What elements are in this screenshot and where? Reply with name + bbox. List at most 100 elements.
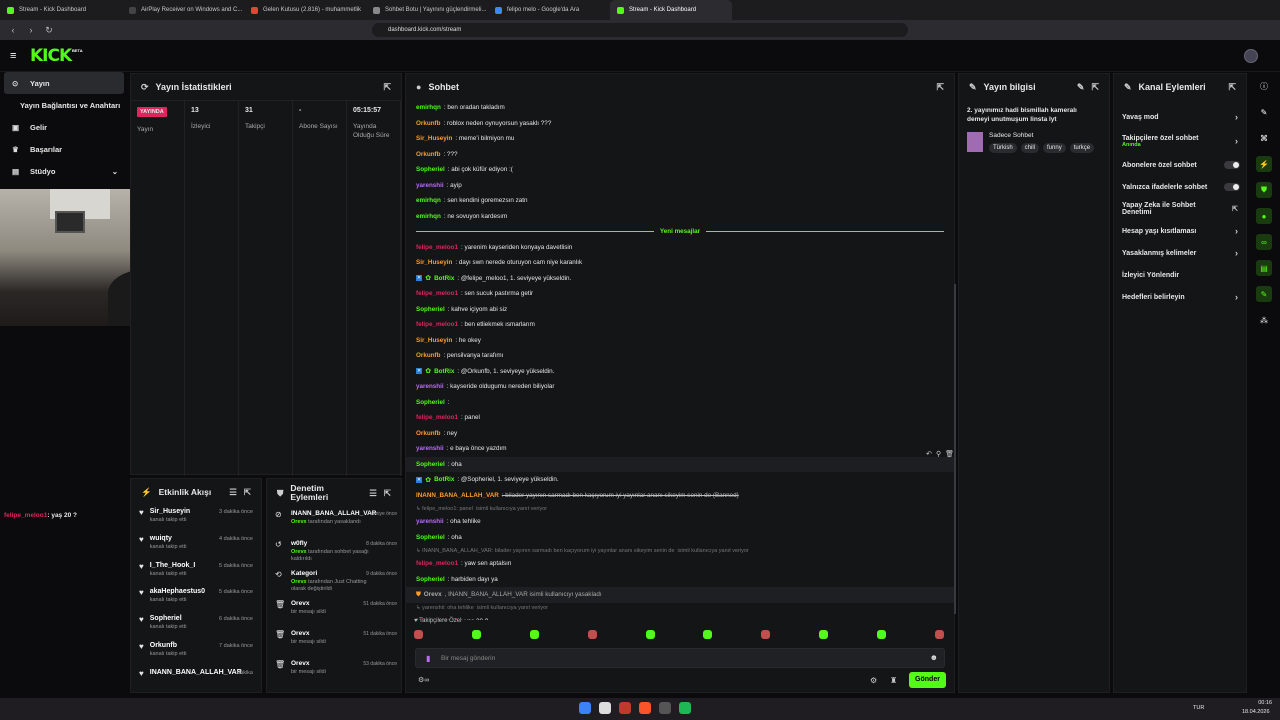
chat-username[interactable]: INANN_BANA_ALLAH_VAR	[416, 492, 499, 499]
chevron-down-icon[interactable]: ⌄	[112, 167, 118, 176]
popout-icon[interactable]: ⇱	[936, 82, 944, 93]
chat-message[interactable]: felipe_meloo1: panel	[406, 410, 954, 426]
chat-message[interactable]: Sopheriel: kahve içiyom abi siz	[406, 302, 954, 318]
chat-username[interactable]: ↳ felipe_meloo1: panel	[416, 506, 473, 512]
emote-icon[interactable]	[529, 630, 539, 639]
browser-tab[interactable]: Gelen Kutusu (2.816) - muhammetlik	[244, 0, 366, 20]
chat-username[interactable]: Sopheriel	[416, 306, 445, 313]
emote-icon[interactable]	[703, 630, 713, 639]
channel-action-item[interactable]: Yavaş mod ›	[1114, 106, 1246, 128]
filter-icon[interactable]: ☰	[229, 487, 237, 498]
chat-message[interactable]: Orkunfb: ???	[406, 147, 954, 163]
chat-username[interactable]: felipe_meloo1	[416, 321, 458, 328]
toggle-switch[interactable]	[1224, 161, 1240, 169]
popout-icon[interactable]: ⇱	[384, 488, 391, 498]
shield-icon[interactable]: ⛊	[1256, 182, 1272, 198]
chevron-right-icon[interactable]: ›	[1235, 292, 1238, 302]
chat-scrollbar[interactable]	[954, 284, 956, 614]
emoji-icon[interactable]: ☻	[930, 653, 938, 662]
chat-message[interactable]: felipe_meloo1: ben etliekmek ısmarlarım	[406, 317, 954, 333]
channel-action-item[interactable]: Yalnızca ifadelerle sohbet	[1114, 176, 1246, 198]
taskbar-app-icon[interactable]	[599, 702, 611, 714]
chart-icon[interactable]: ▤	[1256, 260, 1272, 276]
browser-tab[interactable]: felipo melo - Google'da Ara	[488, 0, 610, 20]
chevron-right-icon[interactable]: ›	[1235, 226, 1238, 236]
chat-username[interactable]: BotRix	[434, 275, 454, 282]
channel-action-item[interactable]: Abonelere özel sohbet	[1114, 154, 1246, 176]
activity-user[interactable]: Sir_Huseyin	[150, 508, 190, 515]
chat-username[interactable]: felipe_meloo1	[416, 560, 458, 567]
clock-time[interactable]: 00:16	[1246, 700, 1272, 706]
popout-icon[interactable]: ⇱	[1228, 82, 1236, 93]
taskbar-app-icon[interactable]	[619, 702, 631, 714]
emote-icon[interactable]	[877, 630, 886, 639]
browser-tab[interactable]: Stream - Kick Dashboard	[0, 0, 122, 20]
chat-username[interactable]: BotRix	[434, 476, 454, 483]
emote-icon[interactable]	[934, 630, 944, 639]
chat-message[interactable]: emirhqn: ne sovuyon kardesım	[406, 209, 954, 225]
chat-username[interactable]: Sopheriel	[416, 399, 445, 406]
channel-action-item[interactable]: İzleyici Yönlendir	[1114, 264, 1246, 286]
external-link-icon[interactable]: ⇱	[1232, 205, 1238, 213]
chat-message[interactable]: Sir_Huseyin: he okey	[406, 333, 954, 349]
sidebar-item[interactable]: ▣ Gelir	[0, 116, 128, 138]
popout-icon[interactable]: ⇱	[383, 82, 391, 93]
chat-username[interactable]: Sopheriel	[416, 534, 445, 541]
chat-username[interactable]: ↳ yarenshii: oha tehlike	[416, 605, 474, 611]
chat-username[interactable]: Orkunfb	[416, 120, 441, 127]
moderation-target[interactable]: INANN_BANA_ALLAH_VAR	[291, 510, 383, 517]
channel-action-item[interactable]: Yapay Zeka ile Sohbet Denetimi ⇱	[1114, 198, 1246, 220]
chat-message[interactable]: Sopheriel: harbiden dayı ya	[406, 572, 954, 588]
send-button[interactable]: Gönder	[909, 672, 946, 688]
activity-user[interactable]: Sopheriel	[150, 615, 187, 622]
chat-message[interactable]: yarenshii: ayip	[406, 178, 954, 194]
more-icon[interactable]: ⁂	[1256, 312, 1272, 328]
chat-message[interactable]: Sir_Huseyin: dayı swn nerede oturuyon ca…	[406, 255, 954, 271]
chat-username[interactable]: yarenshii	[416, 518, 444, 525]
tag-chip[interactable]: funny	[1043, 143, 1066, 153]
activity-user[interactable]: Orkunfb	[150, 642, 187, 649]
mic-icon[interactable]: ▮	[426, 654, 430, 663]
activity-user[interactable]: akaHephaestus0	[150, 588, 205, 595]
emote-icon[interactable]	[587, 630, 597, 639]
avatar[interactable]	[1244, 49, 1258, 63]
chat-message[interactable]: Sir_Huseyin: meme'i bilmiyon mu	[406, 131, 954, 147]
activity-user[interactable]: wuiqty	[150, 535, 187, 542]
chat-message[interactable]: emirhqn: ben oradan takladım	[406, 100, 954, 116]
chat-message[interactable]: Sopheriel: abi çok küfür ediyon :(	[406, 162, 954, 178]
emote-icon[interactable]	[761, 630, 771, 639]
chat-message[interactable]: yarenshii: oha tehlike	[406, 514, 954, 530]
chat-username[interactable]: felipe_meloo1	[416, 290, 458, 297]
chevron-right-icon[interactable]: ›	[1235, 136, 1238, 146]
chat-message[interactable]: felipe_meloo1: yaw sen aptalsın	[406, 556, 954, 572]
chat-message[interactable]: ✕ ✿ BotRix: @Orkunfb, 1. seviyeye yükseldi…	[406, 364, 954, 380]
emote-icon[interactable]	[819, 630, 829, 639]
gear-icon[interactable]: ⚙	[870, 676, 877, 685]
chevron-right-icon[interactable]: ›	[1235, 112, 1238, 122]
gamepad-icon[interactable]: ⌘	[1256, 130, 1272, 146]
language-indicator[interactable]: TUR	[1193, 705, 1204, 711]
chat-username[interactable]: Sir_Huseyin	[416, 259, 452, 266]
pin-icon[interactable]: ⚲	[936, 450, 941, 464]
bolt-icon[interactable]: ⚡	[1256, 156, 1272, 172]
chat-message[interactable]: Sopheriel: oha	[406, 530, 954, 546]
clock-date[interactable]: 18.04.2026	[1242, 709, 1270, 715]
popout-icon[interactable]: ⇱	[1091, 82, 1099, 93]
browser-tab[interactable]: Stream - Kick Dashboard	[610, 0, 732, 20]
chat-username[interactable]: yarenshii	[416, 383, 444, 390]
emote-icon[interactable]	[471, 630, 481, 639]
chat-username[interactable]: emirhqn	[416, 213, 441, 220]
chat-username[interactable]: BotRix	[434, 368, 454, 375]
chat-message[interactable]: INANN_BANA_ALLAH_VAR: bilader yayının sa…	[406, 488, 954, 504]
url-field[interactable]: dashboard.kick.com/stream	[372, 23, 908, 37]
chat-username[interactable]: ↳ INANN_BANA_ALLAH_VAR: bilader yayının …	[416, 548, 675, 554]
delete-icon[interactable]: 🗑	[945, 450, 954, 464]
taskbar-app-icon[interactable]	[639, 702, 651, 714]
link-icon[interactable]: ∞	[1256, 234, 1272, 250]
popout-icon[interactable]: ⇱	[244, 487, 251, 498]
chat-message[interactable]: ✕ ✿ BotRix: @felipe_meloo1, 1. seviyeye yü…	[406, 271, 954, 287]
chat-message[interactable]: Orkunfb: ney	[406, 426, 954, 442]
taskbar-app-icon[interactable]	[659, 702, 671, 714]
chat-username[interactable]: Sopheriel	[416, 166, 445, 173]
reply-icon[interactable]: ↶	[926, 450, 932, 464]
